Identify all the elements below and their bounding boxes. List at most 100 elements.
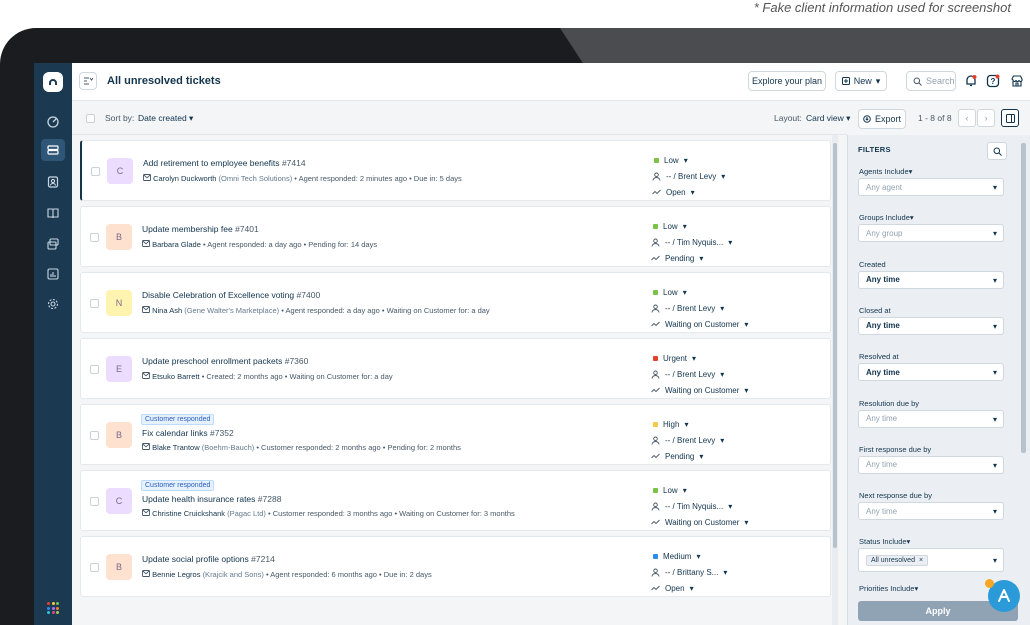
marketplace-store-icon[interactable] xyxy=(1008,72,1026,90)
priority-dropdown[interactable]: High ▾ xyxy=(651,416,821,432)
filter-select[interactable]: Any group ▾ xyxy=(858,224,1004,243)
explore-plan-button[interactable]: Explore your plan xyxy=(748,71,826,91)
assignee-dropdown[interactable]: -- / Brent Levy ▾ xyxy=(651,366,821,382)
ticket-card[interactable]: B Update social profile options #7214 Be… xyxy=(80,536,831,597)
requester-avatar: E xyxy=(106,356,132,382)
reports-icon[interactable] xyxy=(41,263,65,285)
ticket-checkbox[interactable] xyxy=(90,299,99,308)
filter-select[interactable]: Any time ▾ xyxy=(858,316,1004,335)
ticket-subject-link[interactable]: Add retirement to employee benefits #741… xyxy=(143,158,306,168)
tickets-icon[interactable] xyxy=(41,139,65,161)
next-page-button[interactable]: › xyxy=(977,109,995,127)
assignee-dropdown[interactable]: -- / Tim Nyquis... ▾ xyxy=(651,498,821,514)
status-dropdown[interactable]: Waiting on Customer ▾ xyxy=(651,382,821,398)
status-dropdown[interactable]: Pending ▾ xyxy=(651,448,821,464)
device-frame: All unresolved tickets Explore your plan… xyxy=(0,28,1030,625)
settings-gear-icon[interactable] xyxy=(41,293,65,315)
status-dropdown[interactable]: Pending ▾ xyxy=(651,250,821,266)
status-dropdown[interactable]: Open ▾ xyxy=(652,184,822,200)
filter-select[interactable]: Any time ▾ xyxy=(858,502,1004,521)
requester-name[interactable]: Bennie Legros xyxy=(152,570,200,579)
requester-name[interactable]: Nina Ash xyxy=(152,306,182,315)
requester-name[interactable]: Christine Cruickshank xyxy=(152,509,225,518)
chevron-down-icon: ▾ xyxy=(721,171,726,181)
requester-name[interactable]: Etsuko Barrett xyxy=(152,372,200,381)
filter-label: Agents Include▾ xyxy=(859,167,912,176)
chevron-down-icon: ▾ xyxy=(992,368,997,378)
filters-search-button[interactable] xyxy=(987,142,1007,160)
ticket-checkbox[interactable] xyxy=(91,167,100,176)
status-dropdown[interactable]: Waiting on Customer ▾ xyxy=(651,514,821,530)
priority-dropdown[interactable]: Low ▾ xyxy=(651,218,821,234)
ticket-subject-link[interactable]: Update social profile options #7214 xyxy=(142,554,275,564)
ticket-subject-link[interactable]: Update membership fee #7401 xyxy=(142,224,259,234)
knowledge-base-icon[interactable] xyxy=(41,202,65,224)
ticket-properties: High ▾ -- / Brent Levy ▾ Pending ▾ xyxy=(651,416,821,464)
new-button[interactable]: New ▾ xyxy=(835,71,887,91)
ticket-card[interactable]: B Customer responded Fix calendar links … xyxy=(80,404,831,465)
contacts-icon[interactable] xyxy=(41,171,65,193)
assignee-dropdown[interactable]: -- / Brent Levy ▾ xyxy=(652,168,822,184)
apps-grid-icon[interactable] xyxy=(47,602,59,614)
requester-name[interactable]: Blake Trantow xyxy=(152,443,200,452)
sort-dropdown[interactable]: Date created ▾ xyxy=(138,113,193,124)
notifications-bell-icon[interactable] xyxy=(962,72,980,90)
ticket-checkbox[interactable] xyxy=(90,233,99,242)
ticket-subject-link[interactable]: Update health insurance rates #7288 xyxy=(142,494,281,504)
ticket-subject-link[interactable]: Fix calendar links #7352 xyxy=(142,428,234,438)
filter-label: Groups Include▾ xyxy=(859,213,914,222)
ticket-checkbox[interactable] xyxy=(90,563,99,572)
search-box[interactable]: Search xyxy=(906,71,956,91)
status-dropdown[interactable]: Waiting on Customer ▾ xyxy=(651,316,821,332)
filter-toggle-icon[interactable] xyxy=(79,72,97,90)
ticket-subject-link[interactable]: Update preschool enrollment packets #736… xyxy=(142,356,308,366)
priority-dropdown[interactable]: Urgent ▾ xyxy=(651,350,821,366)
ticket-card[interactable]: B Update membership fee #7401 Barbara Gl… xyxy=(80,206,831,267)
filter-select[interactable]: Any time ▾ xyxy=(858,363,1004,382)
assignee-dropdown[interactable]: -- / Brent Levy ▾ xyxy=(651,432,821,448)
export-button[interactable]: Export xyxy=(858,109,906,129)
priority-dropdown[interactable]: Low ▾ xyxy=(652,152,822,168)
export-label: Export xyxy=(874,114,901,124)
chevron-down-icon: ▾ xyxy=(992,183,997,192)
ticket-card[interactable]: C Add retirement to employee benefits #7… xyxy=(80,140,831,201)
filters-scrollbar[interactable] xyxy=(1021,143,1026,453)
requester-name[interactable]: Barbara Glade xyxy=(152,240,201,249)
priority-dropdown[interactable]: Low ▾ xyxy=(651,482,821,498)
select-all-checkbox[interactable] xyxy=(86,114,95,123)
filter-select[interactable]: All unresolved × ▾ xyxy=(858,548,1004,573)
filter-select-value: Any agent xyxy=(866,182,903,192)
ticket-checkbox[interactable] xyxy=(90,365,99,374)
chevron-down-icon: ▾ xyxy=(683,155,688,165)
assignee-dropdown[interactable]: -- / Tim Nyquis... ▾ xyxy=(651,234,821,250)
page-title: All unresolved tickets xyxy=(107,75,221,87)
ticket-subject-link[interactable]: Disable Celebration of Excellence voting… xyxy=(142,290,320,300)
ticket-checkbox[interactable] xyxy=(90,497,99,506)
ticket-card[interactable]: E Update preschool enrollment packets #7… xyxy=(80,338,831,399)
list-scroll-thumb[interactable] xyxy=(833,143,837,548)
filter-select[interactable]: Any time ▾ xyxy=(858,455,1004,474)
dashboard-icon[interactable] xyxy=(41,111,65,133)
ticket-checkbox[interactable] xyxy=(90,431,99,440)
app-logo-icon[interactable] xyxy=(43,72,63,92)
layout-dropdown[interactable]: Card view ▾ xyxy=(806,113,850,124)
toggle-panel-button[interactable] xyxy=(1001,109,1019,127)
priority-dropdown[interactable]: Medium ▾ xyxy=(651,548,821,564)
filter-select[interactable]: Any time ▾ xyxy=(858,270,1004,289)
ticket-card[interactable]: N Disable Celebration of Excellence voti… xyxy=(80,272,831,333)
requester-name[interactable]: Carolyn Duckworth xyxy=(153,174,216,183)
prev-page-button[interactable]: ‹ xyxy=(958,109,976,127)
filter-select[interactable]: Any time ▾ xyxy=(858,409,1004,428)
filter-select[interactable]: Any agent ▾ xyxy=(858,178,1004,196)
remove-chip-icon[interactable]: × xyxy=(919,557,923,564)
forums-icon[interactable] xyxy=(41,233,65,255)
help-icon[interactable]: ? xyxy=(984,72,1002,90)
requester-avatar: B xyxy=(106,224,132,250)
status-dropdown[interactable]: Open ▾ xyxy=(651,580,821,596)
assignee-value: -- / Tim Nyquis... xyxy=(665,237,724,247)
assignee-dropdown[interactable]: -- / Brittany S... ▾ xyxy=(651,564,821,580)
assignee-dropdown[interactable]: -- / Brent Levy ▾ xyxy=(651,300,821,316)
priority-dropdown[interactable]: Low ▾ xyxy=(651,284,821,300)
ticket-card[interactable]: C Customer responded Update health insur… xyxy=(80,470,831,531)
priority-color-icon xyxy=(653,289,658,295)
